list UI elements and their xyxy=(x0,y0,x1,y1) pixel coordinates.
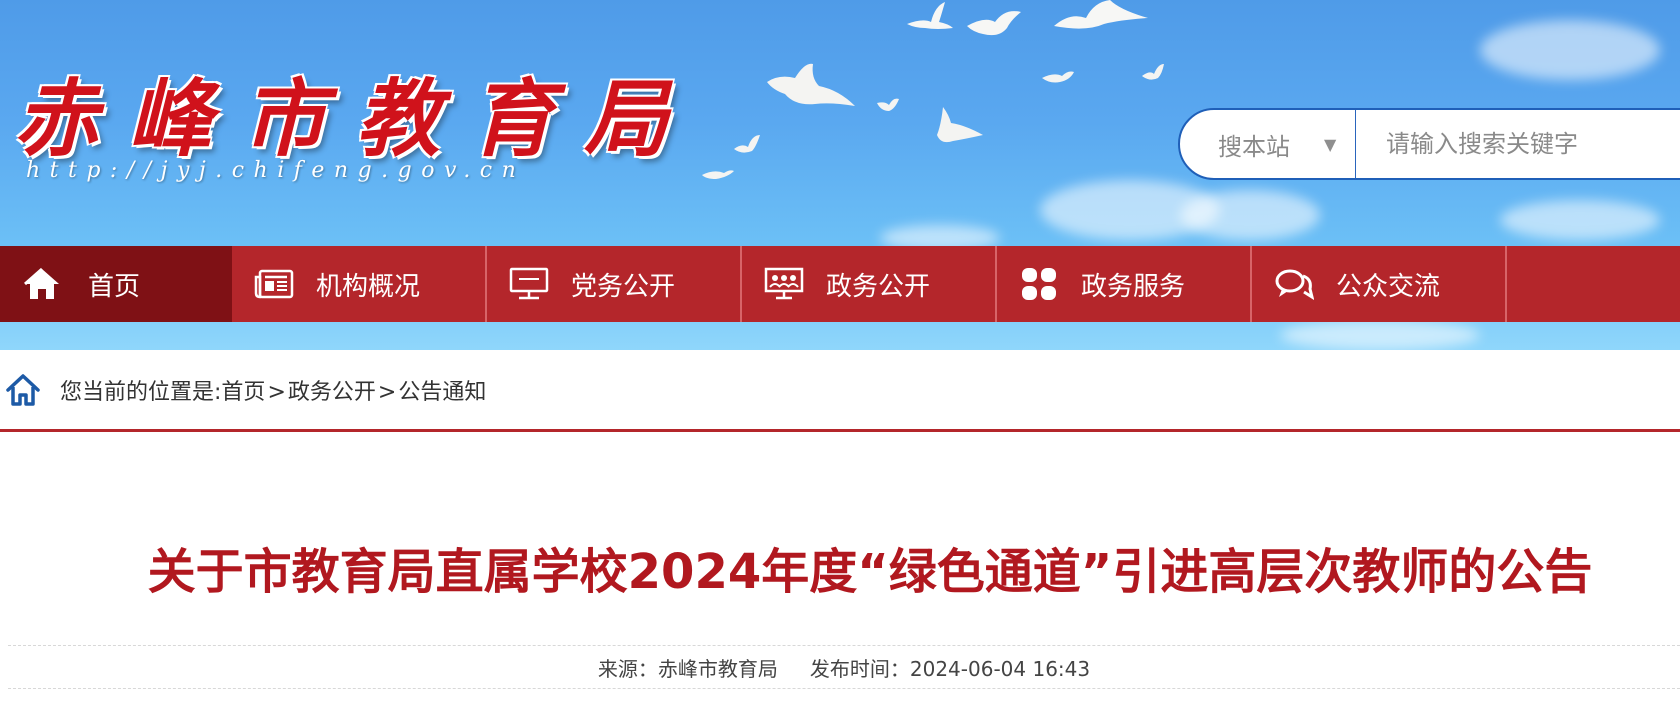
publish-value: 2024-06-04 16:43 xyxy=(909,656,1091,681)
home-icon xyxy=(22,264,62,304)
cloud-decoration xyxy=(1480,20,1660,80)
nav-item-label: 政务服务 xyxy=(1081,271,1186,302)
nav-item-label: 机构概况 xyxy=(316,271,421,302)
article-publish-time: 发布时间：2024-06-04 16:43 xyxy=(810,653,1090,682)
nav-item-label: 公众交流 xyxy=(1336,271,1441,302)
nav-item-government-affairs[interactable]: 政务公开 xyxy=(742,246,997,322)
cloud-decoration xyxy=(1500,200,1660,240)
breadcrumb-link-home[interactable]: 首页 xyxy=(221,380,265,405)
dove-icon xyxy=(967,11,1021,36)
article-source: 来源：赤峰市教育局 xyxy=(598,653,778,682)
cloud-decoration xyxy=(1280,320,1480,350)
dove-icon xyxy=(937,107,983,143)
source-label: 来源： xyxy=(597,656,658,681)
breadcrumb-text: 您当前的位置是:首页>政务公开>公告通知 xyxy=(60,374,486,406)
nav-item-label: 首页 xyxy=(88,271,141,302)
dove-icon xyxy=(907,2,953,29)
dove-icon xyxy=(877,98,899,111)
nav-item-organization[interactable]: 机构概况 xyxy=(232,246,487,322)
presentation-icon xyxy=(764,264,804,304)
nav-item-home[interactable]: 首页 xyxy=(0,246,232,322)
site-logo-url: http://jyj.chifeng.gov.cn xyxy=(26,158,526,183)
nav-item-government-services[interactable]: 政务服务 xyxy=(997,246,1252,322)
dove-icon xyxy=(1042,71,1074,83)
article-meta: 来源：赤峰市教育局 发布时间：2024-06-04 16:43 xyxy=(8,645,1680,689)
nav-item-label: 党务公开 xyxy=(571,271,676,302)
cloud-decoration xyxy=(1180,190,1320,240)
nav-item-public-exchange[interactable]: 公众交流 xyxy=(1252,246,1507,322)
site-logo-title[interactable]: 赤峰市教育局 xyxy=(14,52,698,168)
dove-icon xyxy=(734,135,760,153)
breadcrumb-separator: > xyxy=(377,379,397,405)
dove-icon xyxy=(1142,64,1164,80)
breadcrumb-separator: > xyxy=(267,379,286,405)
chat-icon xyxy=(1274,264,1314,304)
main-nav: 首页 机构概况 党务公开 政务公开 政务服务 公众交流 xyxy=(0,246,1680,322)
breadcrumb-link-announcements[interactable]: 公告通知 xyxy=(398,380,486,405)
search-scope-label: 搜本站 xyxy=(1218,132,1290,161)
dove-icon xyxy=(767,63,855,106)
search-input[interactable] xyxy=(1356,110,1680,178)
breadcrumb-link-government-affairs[interactable]: 政务公开 xyxy=(288,380,376,405)
publish-label: 发布时间： xyxy=(809,656,910,681)
dove-icon xyxy=(1054,0,1148,29)
breadcrumb: 您当前的位置是:首页>政务公开>公告通知 xyxy=(0,350,1680,432)
breadcrumb-prefix: 您当前的位置是: xyxy=(60,379,222,405)
search-scope-select[interactable]: 搜本站 ▼ xyxy=(1180,110,1356,178)
article-title: 关于市教育局直属学校2024年度“绿色通道”引进高层次教师的公告 xyxy=(147,544,1593,600)
newspaper-icon xyxy=(254,264,294,304)
home-icon xyxy=(6,373,40,406)
search-box: 搜本站 ▼ xyxy=(1178,108,1680,180)
dove-icon xyxy=(702,170,734,179)
nav-item-party-affairs[interactable]: 党务公开 xyxy=(487,246,742,322)
source-value: 赤峰市教育局 xyxy=(657,656,778,681)
chevron-down-icon: ▼ xyxy=(1324,134,1337,154)
grid-icon xyxy=(1019,264,1059,304)
monitor-icon xyxy=(509,264,549,304)
nav-item-label: 政务公开 xyxy=(826,271,931,302)
